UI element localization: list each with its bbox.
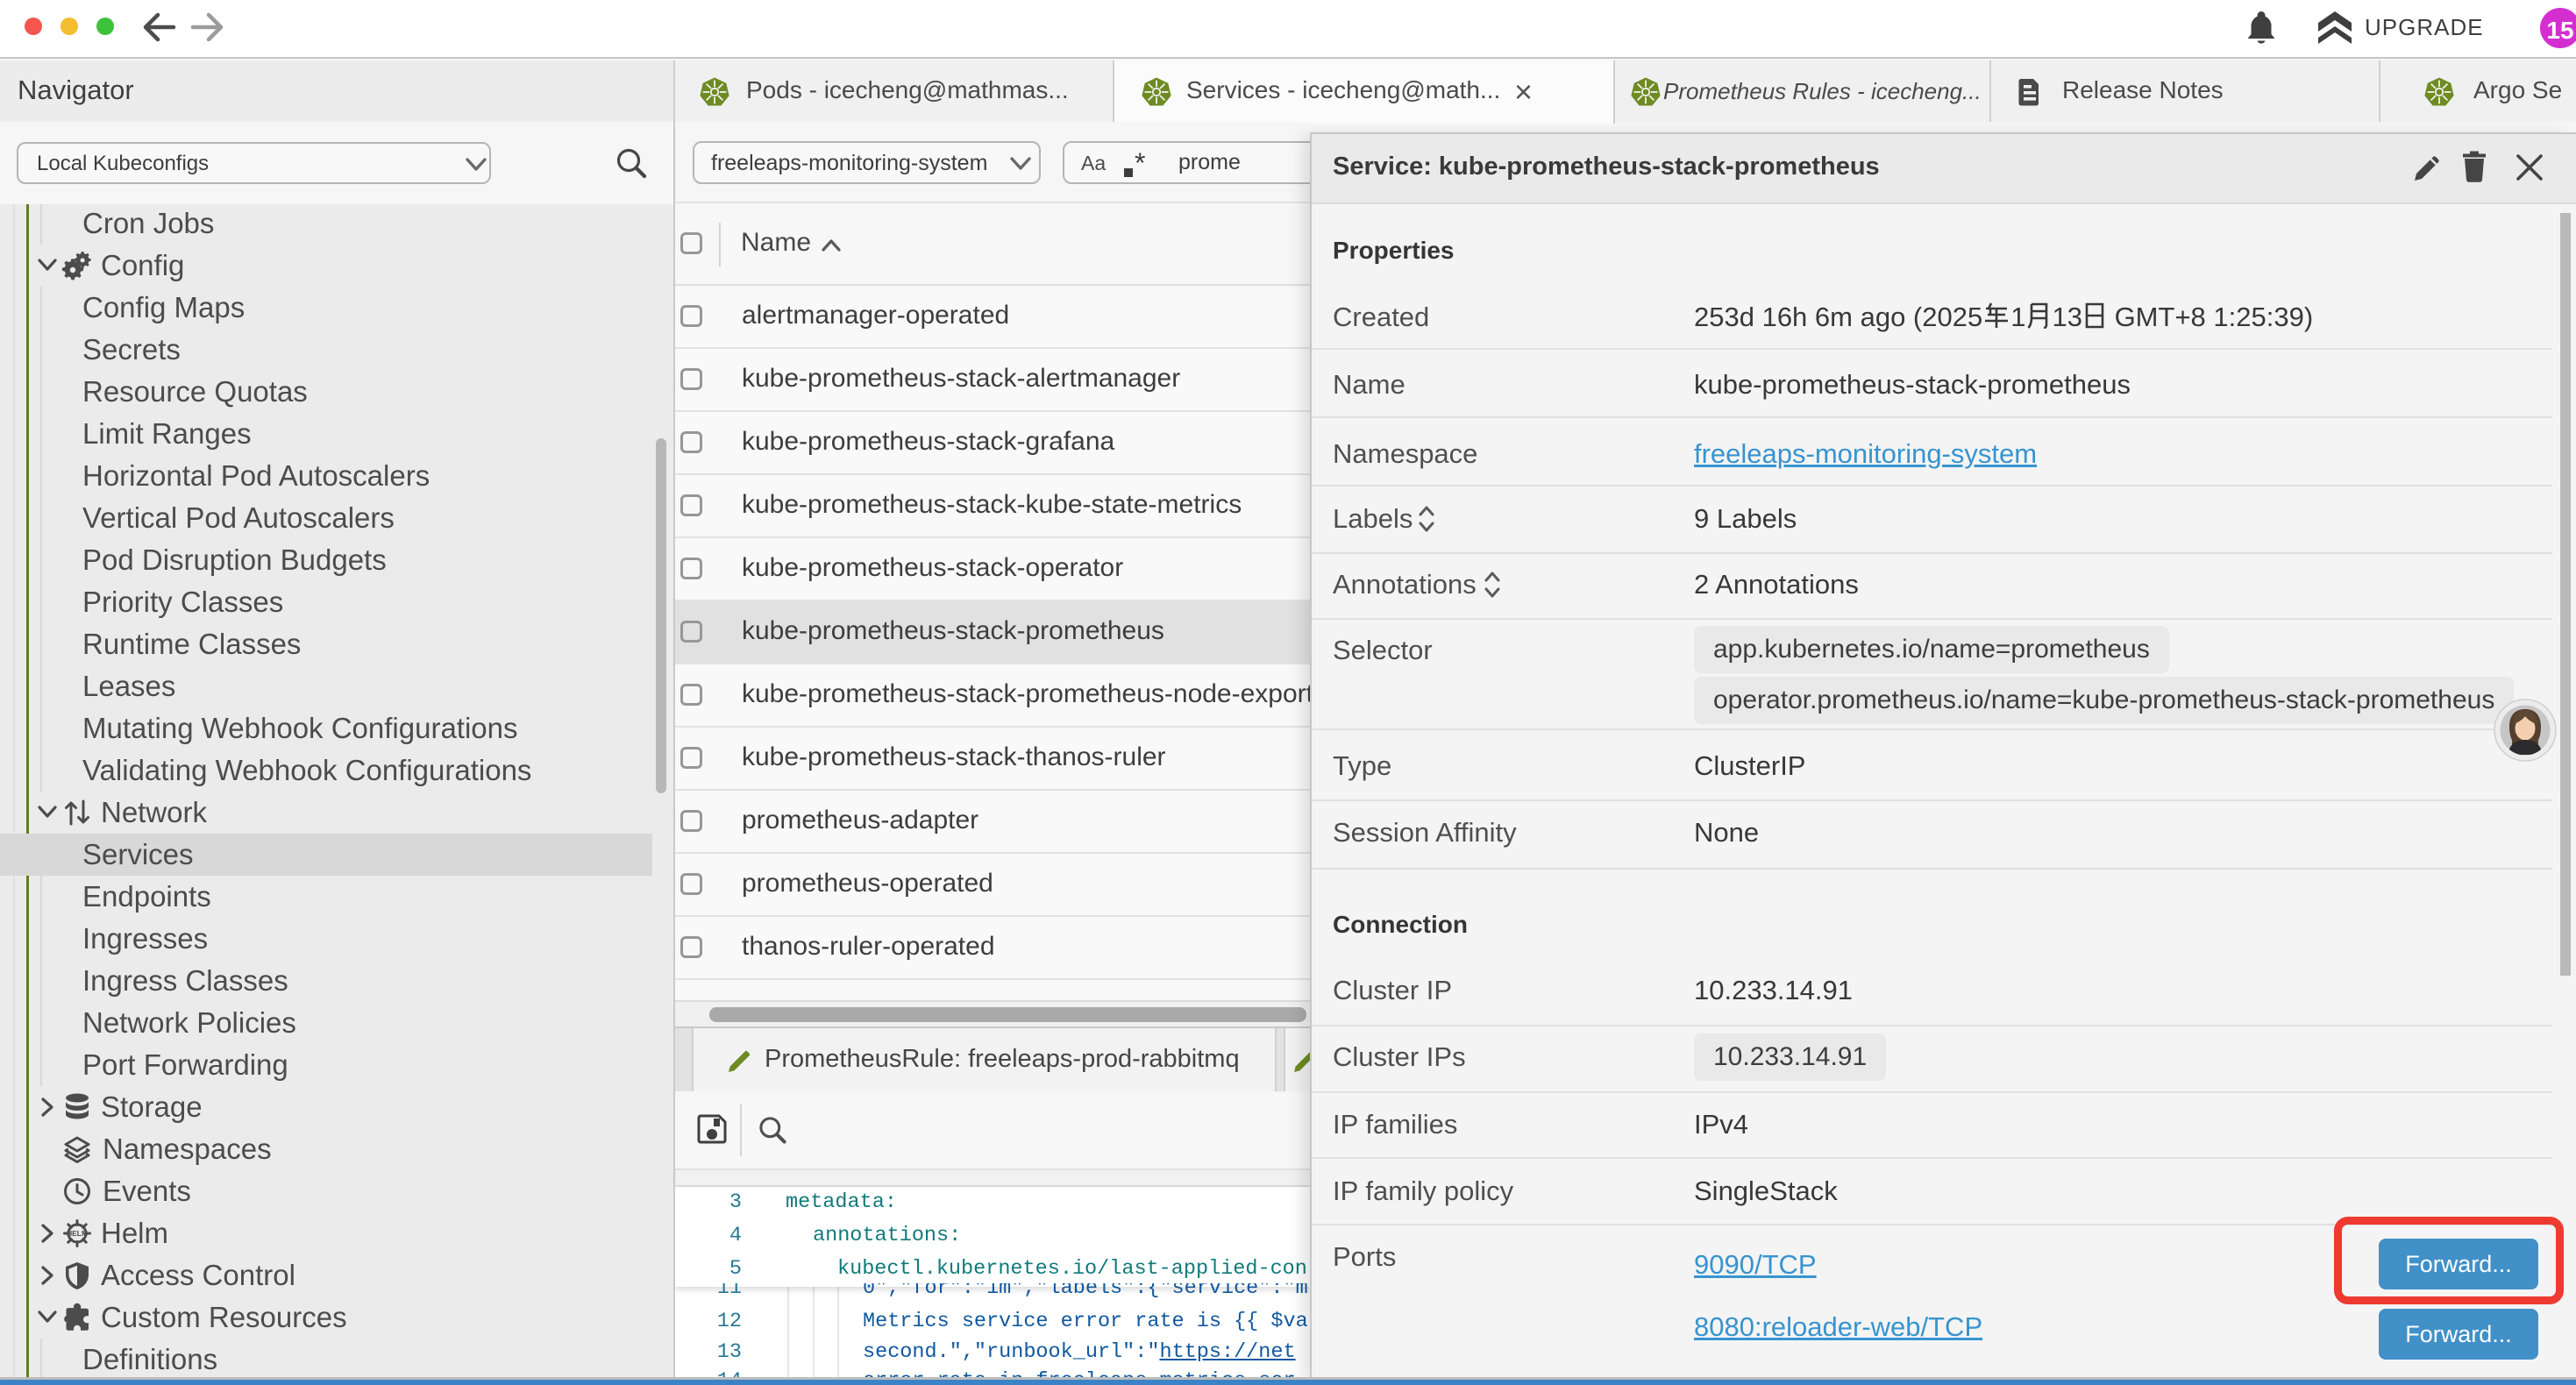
svg-text:HELM: HELM xyxy=(67,1229,88,1238)
